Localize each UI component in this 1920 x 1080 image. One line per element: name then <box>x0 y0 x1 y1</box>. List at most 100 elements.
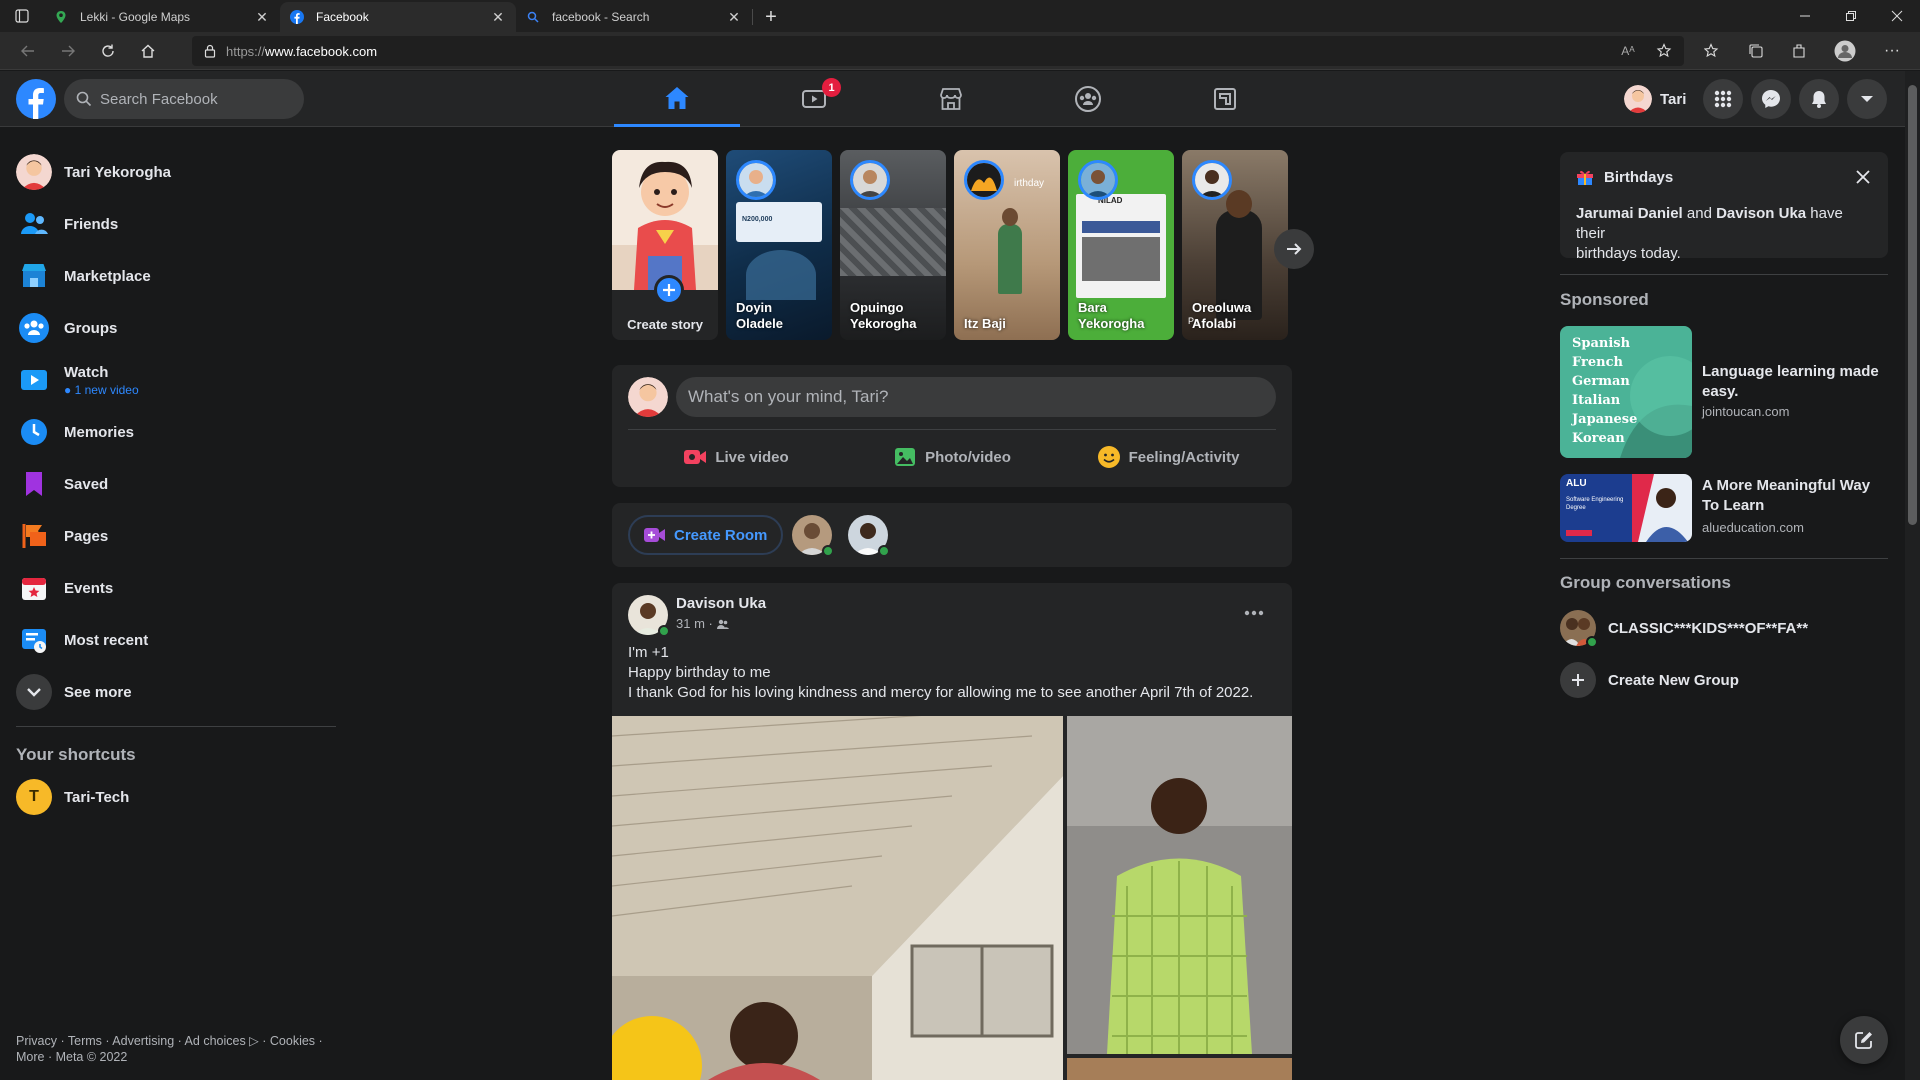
search-input[interactable] <box>100 90 280 108</box>
page-scrollbar[interactable] <box>1905 71 1920 1080</box>
group-conversation-item[interactable]: CLASSIC***KIDS***OF**FA** <box>1560 602 1888 654</box>
create-story-card[interactable]: Create story <box>612 150 718 340</box>
sidebar-item-friends[interactable]: Friends <box>8 198 344 250</box>
add-favorite-button[interactable] <box>1648 36 1680 66</box>
profile-shortcut[interactable]: Tari <box>1620 83 1694 115</box>
restore-button[interactable] <box>1828 0 1874 32</box>
minimize-button[interactable] <box>1782 0 1828 32</box>
feeling-activity-label: Feeling/Activity <box>1128 448 1240 466</box>
tab-facebook[interactable]: Facebook ✕ <box>280 2 516 32</box>
sidebar-item-marketplace[interactable]: Marketplace <box>8 250 344 302</box>
feeling-activity-button[interactable]: Feeling/Activity <box>1060 437 1276 477</box>
menu-button[interactable] <box>1703 79 1743 119</box>
settings-menu-button[interactable]: ··· <box>1876 36 1908 66</box>
facebook-top-nav: 1 Tari <box>0 71 1905 127</box>
tab-home[interactable] <box>614 71 740 127</box>
close-tab-icon[interactable]: ✕ <box>726 9 742 25</box>
friends-icon <box>21 213 48 234</box>
footer-line-1[interactable]: Privacy · Terms · Advertising · Ad choic… <box>16 1033 336 1049</box>
story-image <box>998 224 1022 294</box>
story-card[interactable]: Opuingo Yekorogha <box>840 150 946 340</box>
address-field[interactable]: https://www.facebook.com <box>192 36 1684 66</box>
photo-video-button[interactable]: Photo/video <box>844 437 1060 477</box>
sidebar-item-watch[interactable]: Watch ● 1 new video <box>8 354 344 406</box>
story-card[interactable]: Pa Oreoluwa Afolabi <box>1182 150 1288 340</box>
footer-line-2[interactable]: More · Meta © 2022 <box>16 1049 336 1065</box>
new-message-button[interactable] <box>1840 1016 1888 1064</box>
read-aloud-button[interactable]: Aᴬ <box>1612 36 1644 66</box>
account-button[interactable] <box>1847 79 1887 119</box>
sidebar-item-label: Tari Yekorogha <box>64 163 171 181</box>
tab-groups[interactable] <box>1025 71 1151 127</box>
close-birthdays-button[interactable] <box>1850 164 1876 190</box>
home-button[interactable] <box>130 35 166 67</box>
tab-watch[interactable]: 1 <box>751 71 877 127</box>
shortcut-item[interactable]: T Tari-Tech <box>8 771 344 823</box>
notifications-button[interactable] <box>1799 79 1839 119</box>
post-line: I thank God for his loving kindness and … <box>628 684 1254 701</box>
stories-next-button[interactable] <box>1274 229 1314 269</box>
group-conversations-heading: Group conversations <box>1560 573 1731 592</box>
new-tab-button[interactable]: + <box>753 2 789 32</box>
tab-google-maps[interactable]: Lekki - Google Maps ✕ <box>44 2 280 32</box>
sidebar-item-saved[interactable]: Saved <box>8 458 344 510</box>
create-group-button[interactable]: Create New Group <box>1560 654 1888 706</box>
story-name: Itz Baji <box>964 316 1006 331</box>
close-window-button[interactable] <box>1874 0 1920 32</box>
facebook-logo-icon[interactable] <box>16 79 56 119</box>
collections-button[interactable] <box>1740 36 1772 66</box>
sponsored-ad[interactable]: Spanish French German Italian Japanese K… <box>1560 326 1890 458</box>
tab-gaming[interactable] <box>1162 71 1288 127</box>
url-scheme: https:// <box>226 43 266 59</box>
live-video-button[interactable]: Live video <box>628 437 844 477</box>
back-button[interactable] <box>10 35 46 67</box>
sidebar-item-groups[interactable]: Groups <box>8 302 344 354</box>
post-options-button[interactable] <box>1236 595 1272 631</box>
forward-button[interactable] <box>50 35 86 67</box>
story-name: Create story <box>627 317 703 332</box>
close-tab-icon[interactable]: ✕ <box>490 9 506 25</box>
tab-bing-search[interactable]: facebook - Search ✕ <box>516 2 752 32</box>
sidebar-item-see-more[interactable]: See more <box>8 666 344 718</box>
post-photo[interactable] <box>612 716 1063 1080</box>
sidebar-item-pages[interactable]: Pages <box>8 510 344 562</box>
profile-button[interactable] <box>1829 36 1861 66</box>
favorites-button[interactable] <box>1696 36 1728 66</box>
sidebar-item-label: Watch <box>64 363 109 381</box>
post-timestamp[interactable]: 31 m · <box>676 616 713 631</box>
online-status-dot <box>658 625 670 637</box>
extensions-button[interactable] <box>1784 36 1816 66</box>
avatar <box>628 377 668 417</box>
messenger-button[interactable] <box>1751 79 1791 119</box>
tab-marketplace[interactable] <box>888 71 1014 127</box>
post-author-name[interactable]: Davison Uka <box>676 595 766 612</box>
add-story-button[interactable] <box>654 275 684 305</box>
sponsored-ad[interactable]: ALU Software Engineering Degree A More M… <box>1560 474 1890 542</box>
create-room-button[interactable]: Create Room <box>628 515 784 555</box>
room-contact-avatar[interactable] <box>792 515 834 557</box>
refresh-button[interactable] <box>90 35 126 67</box>
post-photo[interactable] <box>1067 1058 1292 1080</box>
tab-actions-button[interactable] <box>0 0 44 32</box>
room-contact-avatar[interactable] <box>848 515 890 557</box>
birthday-person[interactable]: Jarumai Daniel <box>1576 205 1683 222</box>
sidebar-item-memories[interactable]: Memories <box>8 406 344 458</box>
story-avatar <box>850 160 890 200</box>
scrollbar-thumb[interactable] <box>1908 85 1917 525</box>
post-photo[interactable] <box>1067 716 1292 1054</box>
close-tab-icon[interactable]: ✕ <box>254 9 270 25</box>
story-card[interactable]: irthday Itz Baji <box>954 150 1060 340</box>
post-photo-image <box>1067 716 1292 1054</box>
post-author-avatar[interactable] <box>628 595 670 637</box>
sidebar-item-profile[interactable]: Tari Yekorogha <box>8 146 344 198</box>
chevron-down-icon <box>16 674 52 710</box>
sidebar-item-events[interactable]: Events <box>8 562 344 614</box>
status-input[interactable]: What's on your mind, Tari? <box>676 377 1276 417</box>
birthday-person[interactable]: Davison Uka <box>1716 205 1806 222</box>
story-card[interactable]: N200,000 Doyin Oladele <box>726 150 832 340</box>
create-group-label: Create New Group <box>1608 671 1739 689</box>
sidebar-item-most-recent[interactable]: Most recent <box>8 614 344 666</box>
story-card[interactable]: NILAD Bara Yekorogha <box>1068 150 1174 340</box>
facebook-search-box[interactable] <box>64 79 304 119</box>
search-icon <box>76 91 92 107</box>
